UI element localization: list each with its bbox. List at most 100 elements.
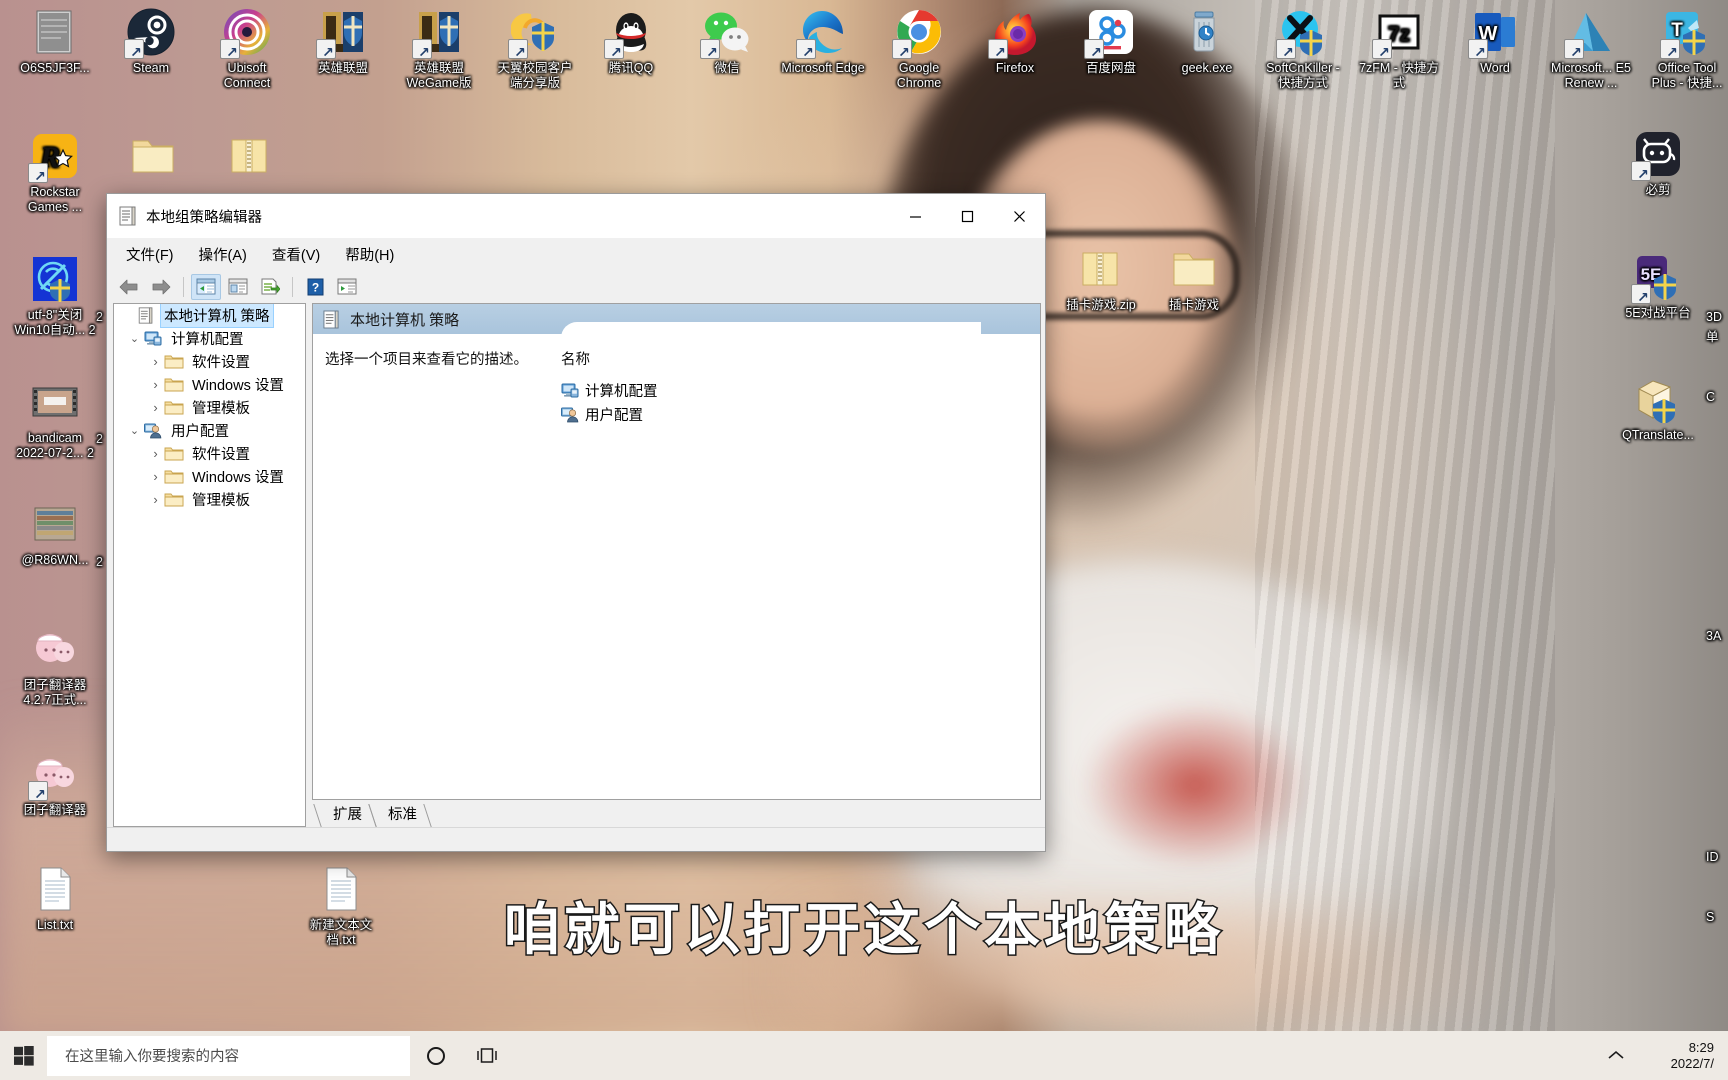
tree-node-label: 用户配置 [171, 424, 229, 440]
desktop-icon-腾讯qq-6[interactable]: 腾讯QQ [588, 8, 674, 76]
desktop-icon-插卡游戏-zip-M0[interactable]: 插卡游戏.zip [1058, 245, 1144, 313]
tree-node-local-computer-policy[interactable]: 本地计算机 策略 [114, 304, 305, 328]
tab-standard[interactable]: 标准 [372, 804, 427, 827]
help-icon[interactable]: ? [300, 274, 330, 300]
disable-update-icon [31, 255, 79, 303]
tree-node-group-0-child-2[interactable]: › 管理模板 [114, 396, 305, 419]
chevron-right-icon[interactable]: › [147, 469, 164, 484]
detail-item-user-configuration[interactable]: 用户配置 [561, 402, 1040, 426]
desktop-icon-label: Firefox [995, 61, 1035, 75]
folder-icon [1170, 245, 1218, 293]
desktop-icon-microsoft-edge-8[interactable]: Microsoft Edge [780, 8, 866, 76]
desktop-icon-团子翻译器-L5[interactable]: 团子翻译器 [12, 750, 98, 818]
tree-node-group-1[interactable]: ⌄ 用户配置 [114, 419, 305, 442]
menu-help[interactable]: 帮助(H) [334, 240, 405, 269]
show-hide-tree-icon[interactable] [191, 273, 221, 300]
dango-translator-icon [31, 625, 79, 673]
view-options-icon[interactable] [332, 274, 362, 300]
forward-icon[interactable] [146, 274, 176, 300]
tree-node-group-0[interactable]: ⌄ 计算机配置 [114, 327, 305, 350]
local-group-policy-editor-window[interactable]: 本地组策略编辑器 文件(F) 操作(A) 查看(V) 帮助(H) ? 本地计算机… [106, 193, 1046, 852]
chevron-right-icon[interactable]: › [147, 400, 164, 415]
desktop-icon-label: O6S5JF3F... [20, 61, 90, 75]
export-list-icon[interactable] [255, 274, 285, 300]
desktop-icon-必剪-R0[interactable]: 必剪 [1615, 130, 1701, 198]
chevron-right-icon[interactable]: › [147, 446, 164, 461]
chevron-down-icon[interactable]: ⌄ [126, 424, 143, 437]
chevron-up-icon[interactable] [1590, 1047, 1642, 1064]
minimize-button[interactable] [889, 194, 941, 238]
desktop-icon-英雄联盟-wegame版-4[interactable]: 英雄联盟 WeGame版 [396, 8, 482, 91]
desktop-icon-5e对战平台-R1[interactable]: 5E5E对战平台 [1615, 253, 1701, 321]
desktop-icon-utf-8-关闭win10自动-2-L1[interactable]: utf-8"关闭Win10自动... 2 [12, 255, 98, 338]
desktop-icon-label: 英雄联盟 [317, 61, 368, 75]
desktop-icon-rockstar-games--L0[interactable]: RRockstar Games ... [12, 132, 98, 215]
chevron-right-icon[interactable]: › [147, 354, 164, 369]
bijian-icon [1631, 130, 1682, 183]
tree-node-group-1-child-2[interactable]: › 管理模板 [114, 488, 305, 511]
menu-action[interactable]: 操作(A) [188, 240, 258, 269]
desktop-icon-geek-exe-12[interactable]: geek.exe [1164, 8, 1250, 76]
baidu-netdisk-icon [1084, 8, 1135, 61]
desktop-icon-qtranslate--R2[interactable]: QTranslate... [1615, 375, 1701, 443]
desktop-icon--r86wn--L3[interactable]: @R86WN... [12, 500, 98, 568]
desktop-icon-天翼校园客户端分享版-5[interactable]: 天翼校园客户端分享版 [492, 8, 578, 91]
clock[interactable]: 8:29 2022/7/ [1642, 1040, 1728, 1072]
back-icon[interactable] [114, 274, 144, 300]
properties-icon[interactable] [223, 274, 253, 300]
tree-node-group-0-child-1[interactable]: › Windows 设置 [114, 373, 305, 396]
desktop-icon-microsoft-e5-renew--16[interactable]: Microsoft... E5 Renew ... [1548, 8, 1634, 91]
detail-pane: 本地计算机 策略 选择一个项目来查看它的描述。 名称 计算机配置 用户配置 扩展… [312, 303, 1041, 827]
zip-folder-icon [226, 132, 274, 180]
firefox-icon [988, 8, 1039, 61]
detail-box[interactable]: 本地计算机 策略 选择一个项目来查看它的描述。 名称 计算机配置 用户配置 [312, 303, 1041, 800]
menu-file[interactable]: 文件(F) [115, 240, 185, 269]
menu-view[interactable]: 查看(V) [261, 240, 331, 269]
desktop-icon-firefox-10[interactable]: Firefox [972, 8, 1058, 76]
tree-node-group-1-child-1[interactable]: › Windows 设置 [114, 465, 305, 488]
maximize-button[interactable] [941, 194, 993, 238]
desktop-icon-bandicam-2022-07-2-2-L2[interactable]: bandicam 2022-07-2... 2 [12, 378, 98, 461]
console-tree-pane[interactable]: 本地计算机 策略 ⌄ 计算机配置 › 软件设置 › Windows 设置 › 管理模板 ⌄ 用户配置… [113, 303, 306, 827]
softcnkiller-icon [1276, 8, 1327, 61]
desktop-icon-google-chrome-9[interactable]: Google Chrome [876, 8, 962, 91]
desktop-icon-label: 英雄联盟 WeGame版 [406, 61, 472, 90]
desktop-icon-softcnkiller-快捷方式-13[interactable]: SoftCnKiller - 快捷方式 [1260, 8, 1346, 91]
desktop-icon-百度网盘-11[interactable]: 百度网盘 [1068, 8, 1154, 76]
chevron-right-icon[interactable]: › [147, 492, 164, 507]
desktop-icon-label: 必剪 [1645, 183, 1671, 197]
chrome-icon [892, 8, 943, 61]
desktop-icon-office-tool-plus-快捷--17[interactable]: T Office Tool Plus - 快捷... [1644, 8, 1728, 91]
desktop-icon-label: 团子翻译器 4.2.7正式... [23, 678, 87, 707]
desktop-icon-clipped-label-1: 单 [1706, 330, 1728, 345]
tree-node-group-1-child-0[interactable]: › 软件设置 [114, 442, 305, 465]
desktop-icon-label: 3A [1706, 629, 1722, 643]
desktop-icon-微信-7[interactable]: 微信 [684, 8, 770, 76]
desktop-icon-ubisoft-connect-2[interactable]: Ubisoft Connect [204, 8, 290, 91]
detail-item-computer-configuration[interactable]: 计算机配置 [561, 378, 1040, 402]
desktop-icon-label: Microsoft Edge [781, 61, 865, 75]
desktop-icon-word-15[interactable]: W Word [1452, 8, 1538, 76]
desktop-icon-folder-row2-0[interactable] [110, 132, 196, 185]
desktop-icon-o6s5jf3f--0[interactable]: O6S5JF3F... [12, 8, 98, 76]
tab-extended[interactable]: 扩展 [317, 804, 372, 827]
desktop-icon-团子翻译器-4-2-7正式--L4[interactable]: 团子翻译器 4.2.7正式... [12, 625, 98, 708]
desktop-icon-7zfm-快捷方式-14[interactable]: 7z 7zFM - 快捷方式 [1356, 8, 1442, 91]
image-file-icon [31, 500, 79, 548]
chevron-right-icon[interactable]: › [147, 377, 164, 392]
window-titlebar[interactable]: 本地组策略编辑器 [107, 194, 1045, 238]
desktop-icon-steam-1[interactable]: Steam [108, 8, 194, 76]
chevron-down-icon[interactable]: ⌄ [126, 332, 143, 345]
task-view-icon[interactable] [462, 1031, 514, 1080]
cortana-circle-icon[interactable] [410, 1031, 462, 1080]
search-input[interactable]: 在这里输入你要搜索的内容 [47, 1035, 410, 1076]
desktop-icon-英雄联盟-3[interactable]: 英雄联盟 [300, 8, 386, 76]
desktop-icon-clipped-label-2: C [1706, 390, 1728, 405]
tree-node-group-0-child-0[interactable]: › 软件设置 [114, 350, 305, 373]
desktop-icon-folder-row2-1[interactable] [207, 132, 293, 185]
desktop-icon-插卡游戏-M1[interactable]: 插卡游戏 [1151, 245, 1237, 313]
close-button[interactable] [993, 194, 1045, 238]
taskbar[interactable]: 在这里输入你要搜索的内容 8:29 2022/7/ [0, 1031, 1728, 1080]
windows-logo-icon[interactable] [0, 1031, 47, 1080]
steam-icon [124, 8, 175, 61]
